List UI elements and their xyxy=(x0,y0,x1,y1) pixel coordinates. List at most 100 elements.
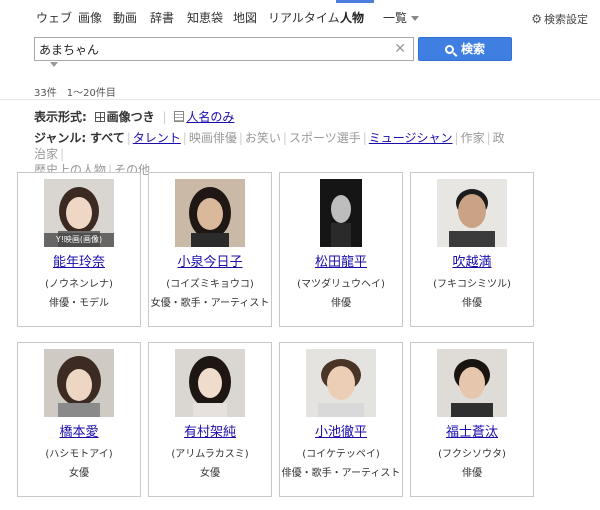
chevron-down-icon xyxy=(411,16,420,21)
person-name-link[interactable]: 福士蒼汰 xyxy=(411,421,533,440)
person-photo[interactable] xyxy=(175,349,245,417)
genre-filter: ジャンル: すべて | タレント | 映画俳優 | お笑い | スポーツ選手 | ミュージシャン | 作… xyxy=(34,130,514,178)
person-occupation: 俳優 xyxy=(331,298,351,309)
tab-realtime[interactable]: リアルタイム xyxy=(268,9,340,26)
genre-movie-actor: 映画俳優 xyxy=(188,131,237,145)
person-reading: (アリムラカスミ) xyxy=(171,449,249,460)
person-photo[interactable] xyxy=(437,349,507,417)
search-button[interactable]: 検索 xyxy=(418,37,512,61)
format-option-with-images: 画像つき xyxy=(94,110,155,124)
divider xyxy=(0,99,600,100)
person-name-link[interactable]: 吹越満 xyxy=(411,251,533,270)
person-card[interactable]: 小池徹平 (コイケテッペイ) 俳優・歌手・アーティスト xyxy=(279,342,403,497)
person-name-link[interactable]: 有村架純 xyxy=(149,421,271,440)
separator: | xyxy=(162,110,167,124)
separator: | xyxy=(454,131,459,145)
person-card[interactable]: Y!映画(画像) 能年玲奈 (ノウネンレナ) 俳優・モデル xyxy=(17,172,141,327)
list-icon xyxy=(174,111,185,122)
tab-web[interactable]: ウェブ xyxy=(36,9,72,26)
tab-more[interactable]: 一覧 xyxy=(383,9,420,26)
separator: | xyxy=(362,131,367,145)
portrait-image xyxy=(437,179,507,247)
search-box: ✕ xyxy=(34,37,414,61)
display-format-label: 表示形式: xyxy=(34,110,87,124)
tab-dictionary[interactable]: 辞書 xyxy=(150,9,174,26)
active-tab-indicator xyxy=(336,0,374,3)
person-photo[interactable]: Y!映画(画像) xyxy=(44,179,114,247)
person-name-link[interactable]: 橋本愛 xyxy=(18,421,140,440)
genre-writer: 作家 xyxy=(460,131,485,145)
person-name-link[interactable]: 能年玲奈 xyxy=(18,251,140,270)
person-photo[interactable] xyxy=(306,179,376,247)
person-photo[interactable] xyxy=(437,179,507,247)
portrait-image xyxy=(175,349,245,417)
tab-maps[interactable]: 地図 xyxy=(233,9,257,26)
separator: | xyxy=(238,131,243,145)
genre-talent[interactable]: タレント xyxy=(133,131,181,145)
person-occupation: 女優 xyxy=(200,468,220,479)
person-occupation: 俳優・モデル xyxy=(49,298,109,309)
person-photo[interactable] xyxy=(306,349,376,417)
person-occupation: 俳優 xyxy=(462,298,482,309)
grid-icon xyxy=(94,112,105,122)
person-card[interactable]: 松田龍平 (マツダリュウヘイ) 俳優 xyxy=(279,172,403,327)
result-range: 1〜20件目 xyxy=(66,88,116,99)
result-count: 33件 1〜20件目 xyxy=(34,84,126,99)
genre-musician[interactable]: ミュージシャン xyxy=(369,131,453,145)
separator: | xyxy=(486,131,491,145)
person-occupation: 俳優 xyxy=(462,468,482,479)
genre-athlete: スポーツ選手 xyxy=(288,131,361,145)
person-name-link[interactable]: 小泉今日子 xyxy=(149,251,271,270)
portrait-image xyxy=(437,349,507,417)
person-card[interactable]: 福士蒼汰 (フクシソウタ) 俳優 xyxy=(410,342,534,497)
genre-all: すべて xyxy=(90,131,125,145)
tab-more-label: 一覧 xyxy=(383,11,408,25)
separator: | xyxy=(282,131,287,145)
tab-chiebukuro[interactable]: 知恵袋 xyxy=(187,9,223,26)
person-occupation: 女優 xyxy=(69,468,89,479)
format-option-with-images-label: 画像つき xyxy=(106,110,155,124)
portrait-image xyxy=(175,179,245,247)
person-reading: (ハシモトアイ) xyxy=(45,449,113,460)
search-settings-label: 検索設定 xyxy=(544,13,588,26)
search-assist-toggle-icon[interactable] xyxy=(50,62,58,67)
genre-comedy: お笑い xyxy=(244,131,281,145)
search-input[interactable] xyxy=(39,39,379,59)
search-settings-link[interactable]: ⚙ 検索設定 xyxy=(531,11,588,27)
person-reading: (ノウネンレナ) xyxy=(45,279,113,290)
format-option-names-only-link[interactable]: 人名のみ xyxy=(186,110,234,124)
format-option-names-only[interactable]: 人名のみ xyxy=(174,110,234,124)
tab-videos[interactable]: 動画 xyxy=(113,9,137,26)
person-card[interactable]: 小泉今日子 (コイズミキョウコ) 女優・歌手・アーティスト xyxy=(148,172,272,327)
person-reading: (コイケテッペイ) xyxy=(302,449,380,460)
display-format: 表示形式: 画像つき | 人名のみ xyxy=(34,108,234,125)
person-card[interactable]: 吹越満 (フキコシミツル) 俳優 xyxy=(410,172,534,327)
person-name-link[interactable]: 松田龍平 xyxy=(280,251,402,270)
person-card[interactable]: 有村架純 (アリムラカスミ) 女優 xyxy=(148,342,272,497)
portrait-image xyxy=(306,349,376,417)
person-reading: (フキコシミツル) xyxy=(433,279,511,290)
portrait-image xyxy=(306,179,376,247)
person-card[interactable]: 橋本愛 (ハシモトアイ) 女優 xyxy=(17,342,141,497)
photo-credit: Y!映画(画像) xyxy=(44,233,114,247)
tab-images[interactable]: 画像 xyxy=(78,9,102,26)
tab-people[interactable]: 人物 xyxy=(340,9,364,26)
result-total: 33件 xyxy=(34,88,57,99)
person-photo[interactable] xyxy=(44,349,114,417)
clear-icon[interactable]: ✕ xyxy=(394,41,406,57)
genre-label: ジャンル: xyxy=(34,131,87,145)
person-reading: (コイズミキョウコ) xyxy=(166,279,254,290)
search-icon xyxy=(444,45,454,54)
person-reading: (マツダリュウヘイ) xyxy=(297,279,385,290)
separator: | xyxy=(60,147,65,161)
separator: | xyxy=(182,131,187,145)
person-name-link[interactable]: 小池徹平 xyxy=(280,421,402,440)
separator: | xyxy=(126,131,131,145)
vertical-nav: ウェブ 画像 動画 辞書 知恵袋 地図 リアルタイム 人物 一覧 ⚙ 検索設定 xyxy=(0,0,600,32)
person-occupation: 女優・歌手・アーティスト xyxy=(150,298,270,309)
search-button-label: 検索 xyxy=(460,42,485,56)
person-occupation: 俳優・歌手・アーティスト xyxy=(281,468,401,479)
portrait-image xyxy=(44,349,114,417)
person-reading: (フクシソウタ) xyxy=(438,449,506,460)
person-photo[interactable] xyxy=(175,179,245,247)
